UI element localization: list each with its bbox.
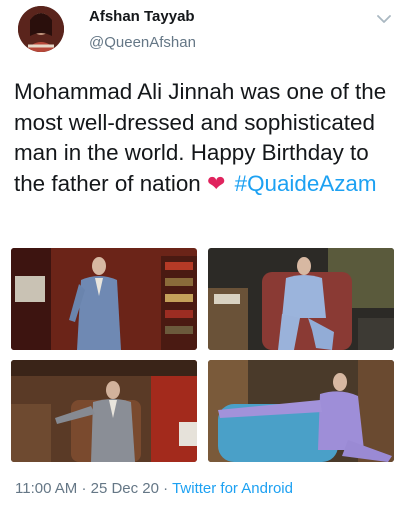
tweet-date[interactable]: 25 Dec 20: [91, 480, 159, 497]
tweet-card: Afshan Tayyab @QueenAfshan Mohammad Ali …: [0, 0, 405, 506]
tweet-source[interactable]: Twitter for Android: [172, 480, 293, 497]
photo-reclining-armchair-image: [208, 360, 394, 462]
author-avatar[interactable]: [18, 6, 64, 52]
media-photo-4[interactable]: [208, 360, 394, 462]
author-name[interactable]: Afshan Tayyab: [89, 8, 195, 25]
author-handle[interactable]: @QueenAfshan: [89, 34, 196, 51]
chevron-down-icon[interactable]: [375, 10, 393, 28]
media-photo-2[interactable]: [208, 248, 394, 350]
meta-separator-2: ·: [163, 480, 169, 497]
heart-emoji: ❤: [206, 170, 226, 196]
profile-avatar-icon: [18, 6, 64, 52]
hashtag-link[interactable]: #QuaideAzam: [235, 171, 377, 196]
meta-separator: ·: [81, 480, 87, 497]
media-photo-3[interactable]: [11, 360, 197, 462]
photo-standing-suit-image: [11, 248, 197, 350]
tweet-text: Mohammad Ali Jinnah was one of the most …: [14, 77, 398, 199]
tweet-time[interactable]: 11:00 AM: [15, 480, 77, 497]
media-grid: [11, 248, 394, 462]
photo-seated-blue-chair-image: [208, 248, 394, 350]
photo-seated-study-image: [11, 360, 197, 462]
media-photo-1[interactable]: [11, 248, 197, 350]
tweet-meta: 11:00 AM · 25 Dec 20 · Twitter for Andro…: [15, 480, 293, 497]
